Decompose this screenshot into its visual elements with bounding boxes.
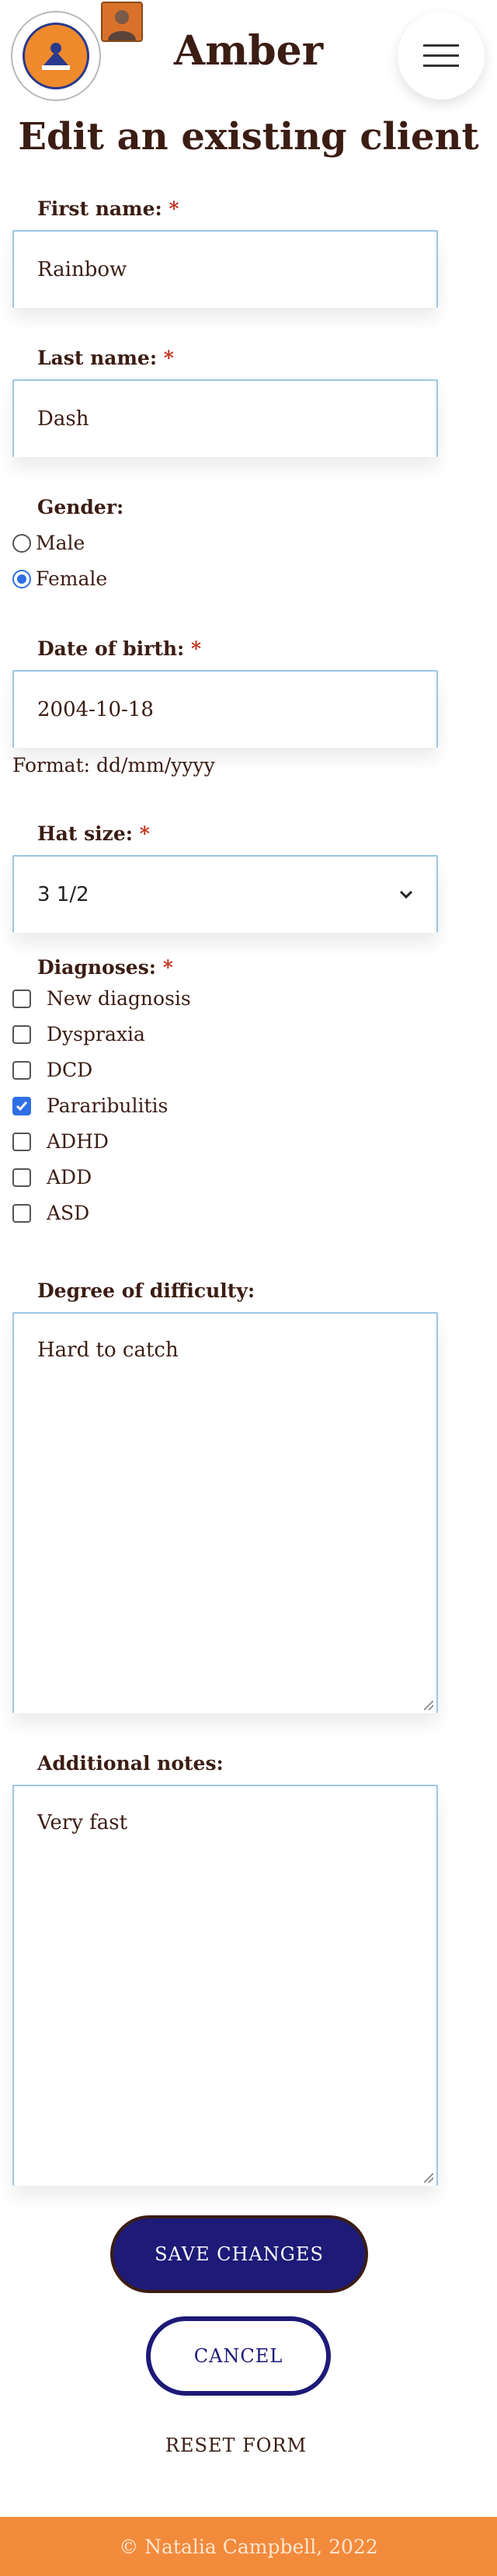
checkbox[interactable] — [12, 989, 31, 1008]
checkbox[interactable] — [12, 1168, 31, 1187]
checkbox[interactable] — [12, 1132, 31, 1151]
last-name-input[interactable]: Dash — [12, 379, 438, 457]
hamburger-menu-icon[interactable] — [398, 12, 485, 99]
last-name-label: Last name: * — [37, 347, 174, 369]
notes-label: Additional notes: — [37, 1752, 224, 1775]
user-avatar-icon[interactable] — [101, 2, 143, 42]
diagnosis-option-asd[interactable]: ASD — [12, 1202, 89, 1224]
required-marker: * — [191, 637, 202, 660]
required-marker: * — [163, 347, 174, 369]
dob-input[interactable]: 2004-10-18 — [12, 670, 438, 748]
gender-label: Gender: — [37, 496, 124, 518]
cancel-button[interactable]: CANCEL — [146, 2316, 331, 2396]
required-marker: * — [169, 197, 179, 220]
page-title: Edit an existing client — [18, 115, 479, 159]
difficulty-textarea[interactable]: Hard to catch — [12, 1312, 438, 1713]
checkbox-checked[interactable] — [12, 1096, 31, 1115]
diagnosis-option-new-diagnosis[interactable]: New diagnosis — [12, 987, 191, 1010]
header: Amber — [0, 0, 497, 113]
resize-handle-icon[interactable] — [424, 2173, 433, 2183]
diagnosis-option-pararibulitis[interactable]: Pararibulitis — [12, 1094, 168, 1117]
radio-button[interactable] — [12, 533, 31, 553]
diagnosis-option-adhd[interactable]: ADHD — [12, 1130, 109, 1153]
checkmark-icon — [16, 1101, 28, 1111]
required-marker: * — [162, 956, 173, 979]
hat-size-label: Hat size: * — [37, 822, 150, 845]
notes-textarea[interactable]: Very fast — [12, 1785, 438, 2186]
chevron-down-icon — [399, 890, 413, 899]
gender-option-female[interactable]: Female — [12, 567, 107, 590]
app-title: Amber — [173, 27, 324, 75]
dob-format-hint: Format: dd/mm/yyyy — [12, 754, 215, 777]
reset-form-button[interactable]: RESET FORM — [140, 2435, 332, 2456]
diagnosis-option-dcd[interactable]: DCD — [12, 1059, 92, 1081]
footer: © Natalia Campbell, 2022 — [0, 2517, 497, 2576]
first-name-label: First name: * — [37, 197, 179, 220]
radio-button-selected[interactable] — [12, 569, 31, 588]
save-changes-button[interactable]: SAVE CHANGES — [110, 2215, 368, 2293]
first-name-input[interactable]: Rainbow — [12, 230, 438, 308]
hat-size-select[interactable]: 3 1/2 — [12, 855, 438, 933]
diagnosis-option-dyspraxia[interactable]: Dyspraxia — [12, 1023, 145, 1045]
diagnoses-label: Diagnoses: * — [37, 956, 173, 979]
required-marker: * — [139, 822, 150, 845]
diagnosis-option-add[interactable]: ADD — [12, 1166, 92, 1189]
difficulty-label: Degree of difficulty: — [37, 1279, 255, 1302]
resize-handle-icon[interactable] — [424, 1701, 433, 1710]
dob-label: Date of birth: * — [37, 637, 202, 660]
checkbox[interactable] — [12, 1060, 31, 1080]
organisation-logo-icon[interactable] — [11, 11, 101, 101]
gender-option-male[interactable]: Male — [12, 532, 85, 554]
checkbox[interactable] — [12, 1024, 31, 1044]
checkbox[interactable] — [12, 1203, 31, 1223]
copyright-text: © Natalia Campbell, 2022 — [119, 2535, 378, 2558]
